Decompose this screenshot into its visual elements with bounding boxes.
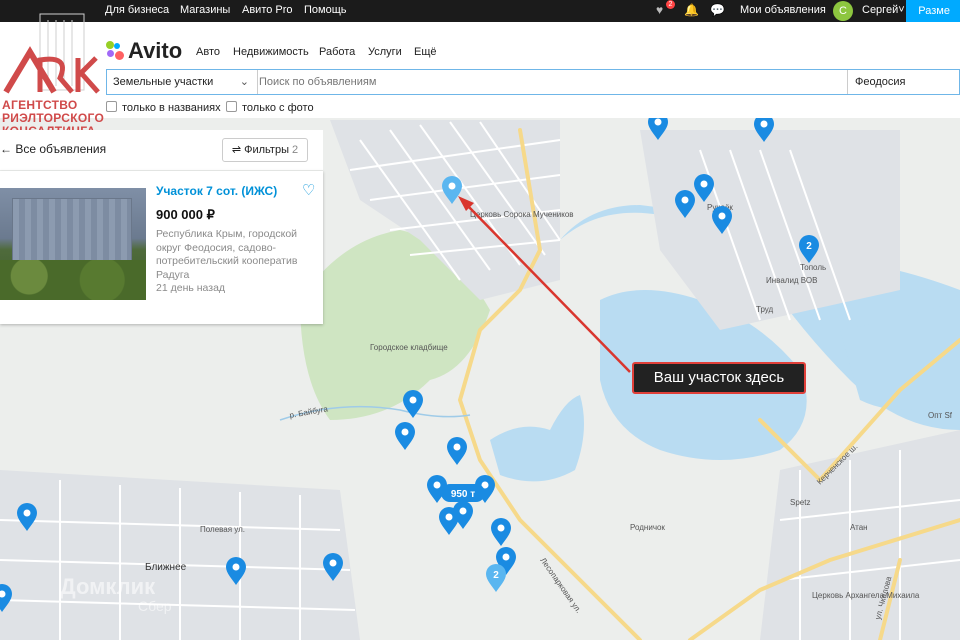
nav-realty[interactable]: Недвижимость — [233, 46, 309, 58]
my-ads-link[interactable]: Мои объявления — [740, 4, 826, 16]
filters-button[interactable]: ⇌ Фильтры 2 — [222, 138, 308, 162]
nav-more[interactable]: Ещё — [414, 46, 437, 58]
sliders-icon: ⇌ — [231, 144, 242, 156]
pin-dot — [23, 509, 31, 517]
checkbox-box — [226, 101, 237, 112]
search-input[interactable] — [253, 70, 857, 94]
place-label: Городское кладбище — [370, 343, 448, 352]
pin-dot — [329, 559, 337, 567]
post-ad-button[interactable]: Разме — [906, 0, 960, 22]
listing-photo[interactable] — [0, 188, 146, 300]
pin-dot — [445, 513, 453, 521]
filters-count: 2 — [292, 144, 299, 156]
checkbox-label: только в названиях — [122, 102, 221, 114]
checkbox-photo-only[interactable]: только с фото — [226, 101, 314, 114]
city-select[interactable]: Феодосия — [847, 70, 960, 94]
link-help[interactable]: Помощь — [304, 4, 347, 16]
back-to-all-link[interactable]: ← Все объявления — [0, 142, 106, 156]
bushes-image — [0, 260, 146, 300]
avatar[interactable]: С — [833, 1, 853, 21]
chat-icon[interactable]: 💬 — [710, 3, 725, 17]
pin-count-label: 2 — [806, 241, 812, 252]
place-label: Полевая ул. — [200, 525, 245, 534]
pin-dot — [232, 563, 240, 571]
pin-dot — [433, 481, 441, 489]
results-panel-header: ← Все объявления ⇌ Фильтры 2 — [0, 130, 323, 170]
pin-dot — [502, 553, 510, 561]
pin-dot — [453, 443, 461, 451]
checkbox-label: только с фото — [242, 102, 314, 114]
place-label: Опт Sf — [928, 411, 953, 420]
pin-dot — [448, 182, 456, 190]
agency-line-2: РИЭЛТОРСКОГО — [2, 111, 105, 125]
favorite-heart-icon[interactable]: ♡ — [302, 181, 315, 199]
pin-dot — [401, 428, 409, 436]
top-bar: Для бизнеса Магазины Авито Pro Помощь ♥ … — [0, 0, 960, 22]
nav-jobs[interactable]: Работа — [319, 46, 355, 58]
pin-dot — [654, 118, 662, 126]
pin-count-label: 2 — [493, 570, 499, 581]
link-shops[interactable]: Магазины — [180, 4, 230, 16]
place-label: Атан — [850, 523, 868, 532]
listing-date: 21 день назад — [156, 282, 226, 294]
back-label: Все объявления — [15, 142, 107, 156]
filters-label: Фильтры — [244, 144, 289, 156]
pin-dot — [718, 212, 726, 220]
pin-dot — [681, 196, 689, 204]
category-value: Земельные участки — [113, 76, 214, 88]
domclick-watermark: Домклик — [60, 574, 156, 599]
sber-watermark: Сбер — [138, 598, 172, 614]
listing-title[interactable]: Участок 7 сот. (ИЖС) — [156, 184, 277, 198]
bell-icon[interactable]: 🔔 — [684, 3, 699, 17]
place-label: Инвалид ВОВ — [766, 276, 817, 285]
place-label: Труд — [756, 305, 774, 314]
cluster-label: 950 т — [451, 489, 475, 500]
link-business[interactable]: Для бизнеса — [105, 4, 169, 16]
chevron-down-icon: ˅ — [898, 4, 905, 16]
listing-address: Республика Крым, городской округ Феодоси… — [156, 228, 298, 281]
pin-dot — [409, 396, 417, 404]
heart-icon[interactable]: ♥ — [656, 3, 663, 17]
pin-dot — [497, 524, 505, 532]
listing-price: 900 000 ₽ — [156, 207, 215, 222]
arrow-left-icon: ← — [0, 142, 12, 156]
place-label: Родничок — [630, 523, 665, 532]
search-bar: Земельные участки ⌄ Феодосия — [106, 69, 960, 95]
pin-dot — [700, 180, 708, 188]
user-name: Сергей — [862, 4, 899, 16]
user-menu[interactable]: Сергей˅ — [862, 4, 905, 16]
listing-card[interactable]: Участок 7 сот. (ИЖС) ♡ 900 000 ₽ Республ… — [0, 171, 323, 324]
place-label: Ближнее — [145, 562, 187, 573]
nav-services[interactable]: Услуги — [368, 46, 402, 58]
price-cluster[interactable]: 950 т — [441, 484, 485, 502]
brand-logo[interactable]: Avito — [128, 38, 182, 64]
pin-dot — [459, 507, 467, 515]
nav-auto[interactable]: Авто — [196, 46, 220, 58]
agency-line-1: АГЕНТСТВО — [2, 98, 78, 112]
chevron-down-icon: ⌄ — [239, 76, 249, 88]
place-label: Церковь Архангела Михаила — [812, 591, 920, 600]
pin-dot — [760, 120, 768, 128]
link-avito-pro[interactable]: Авито Pro — [242, 4, 293, 16]
place-label: Spetz — [790, 498, 810, 507]
category-select[interactable]: Земельные участки ⌄ — [107, 70, 258, 94]
your-plot-callout: Ваш участок здесь — [632, 362, 806, 394]
checkbox-titles-only[interactable]: только в названиях — [106, 101, 221, 114]
favorites-count-badge: 2 — [666, 0, 675, 9]
place-label: Тополь — [800, 263, 826, 272]
place-label: Церковь Сорока Мучеников — [470, 210, 574, 219]
